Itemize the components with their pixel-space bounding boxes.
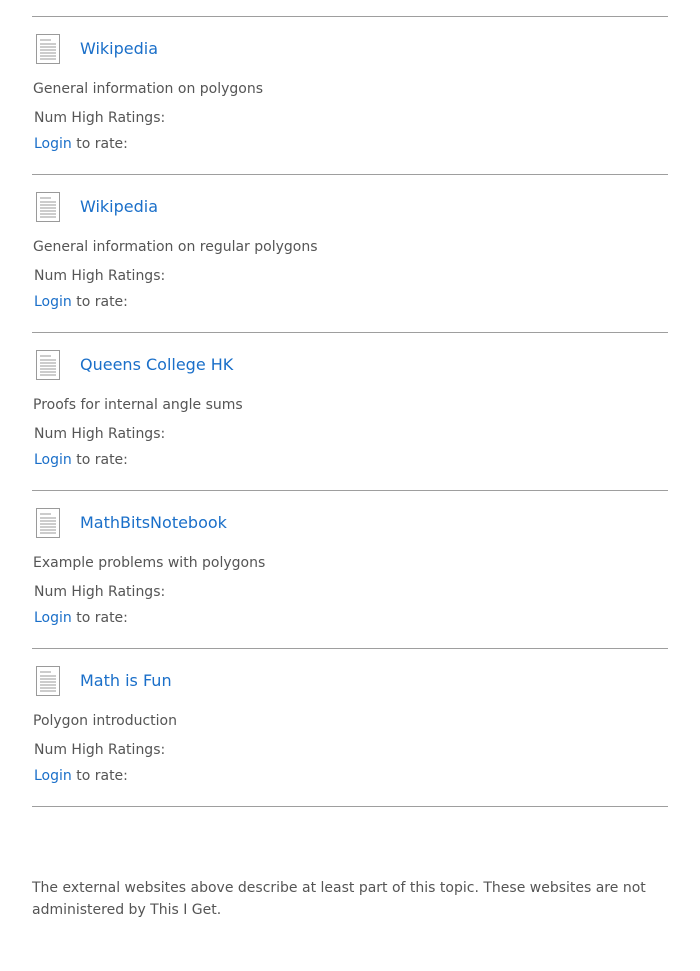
- rate-line: Login to rate:: [34, 766, 128, 786]
- resource-item: Wikipedia General information on regular…: [32, 175, 668, 333]
- resource-description: Polygon introduction: [33, 713, 177, 729]
- num-high-ratings-label: Num High Ratings:: [34, 268, 166, 284]
- resource-title-link[interactable]: Wikipedia: [80, 38, 158, 60]
- num-high-ratings-label: Num High Ratings:: [34, 584, 166, 600]
- rate-suffix: to rate:: [71, 610, 128, 626]
- resource-list: Wikipedia General information on polygon…: [32, 17, 668, 807]
- resource-item: MathBitsNotebook Example problems with p…: [32, 491, 668, 649]
- num-high-ratings-label: Num High Ratings:: [34, 426, 166, 442]
- resource-description: General information on regular polygons: [33, 239, 318, 255]
- rate-suffix: to rate:: [71, 768, 128, 784]
- resource-title-link[interactable]: Math is Fun: [80, 670, 172, 692]
- resource-description: General information on polygons: [33, 81, 264, 97]
- document-icon: [36, 508, 60, 538]
- rate-line: Login to rate:: [34, 134, 128, 154]
- resource-item: Queens College HK Proofs for internal an…: [32, 333, 668, 491]
- login-link[interactable]: Login: [34, 294, 72, 310]
- resource-title-link[interactable]: Queens College HK: [80, 354, 233, 376]
- rate-line: Login to rate:: [34, 608, 128, 628]
- resource-title-link[interactable]: Wikipedia: [80, 196, 158, 218]
- document-icon: [36, 350, 60, 380]
- resource-item: Math is Fun Polygon introduction Num Hig…: [32, 649, 668, 807]
- rate-line: Login to rate:: [34, 450, 128, 470]
- document-icon: [36, 34, 60, 64]
- rate-suffix: to rate:: [71, 136, 128, 152]
- external-sites-disclaimer: The external websites above describe at …: [32, 880, 646, 918]
- login-link[interactable]: Login: [34, 452, 72, 468]
- rate-line: Login to rate:: [34, 292, 128, 312]
- num-high-ratings-label: Num High Ratings:: [34, 742, 166, 758]
- resource-item: Wikipedia General information on polygon…: [32, 17, 668, 175]
- login-link[interactable]: Login: [34, 768, 72, 784]
- login-link[interactable]: Login: [34, 610, 72, 626]
- document-icon: [36, 192, 60, 222]
- resource-title-link[interactable]: MathBitsNotebook: [80, 512, 227, 534]
- resource-description: Example problems with polygons: [33, 555, 266, 571]
- document-icon: [36, 666, 60, 696]
- num-high-ratings-label: Num High Ratings:: [34, 110, 166, 126]
- resource-description: Proofs for internal angle sums: [33, 397, 243, 413]
- login-link[interactable]: Login: [34, 136, 72, 152]
- rate-suffix: to rate:: [71, 452, 128, 468]
- rate-suffix: to rate:: [71, 294, 128, 310]
